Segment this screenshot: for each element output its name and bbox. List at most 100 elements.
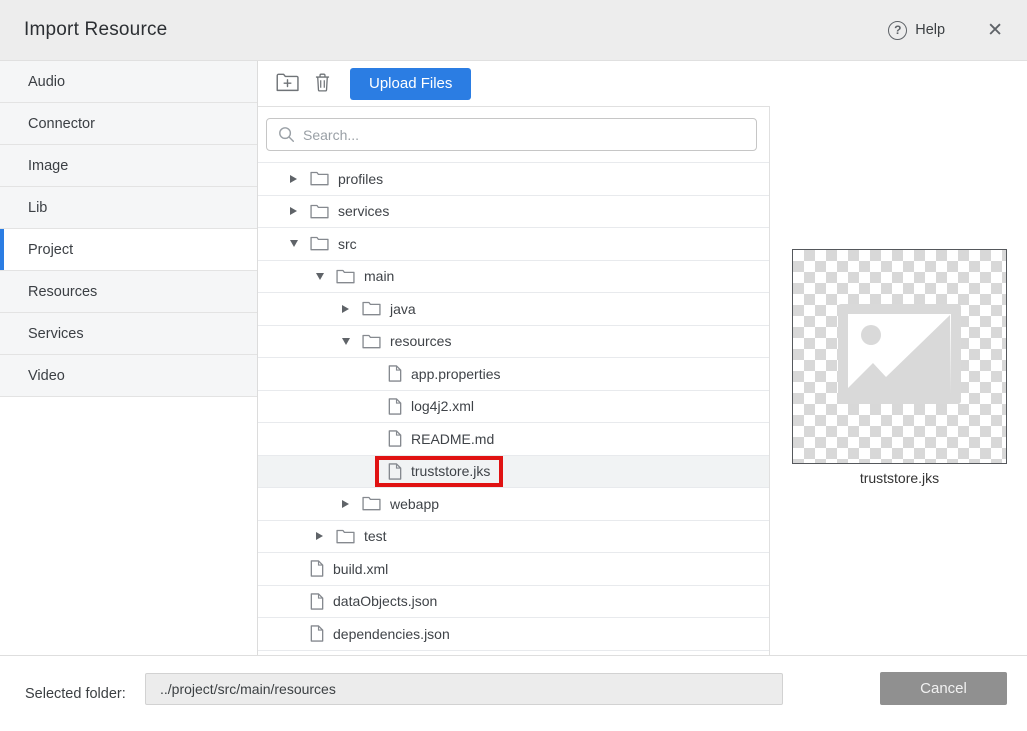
folder-icon [336,269,355,284]
sidebar-item-lib[interactable]: Lib [0,187,257,229]
help-button[interactable]: ? Help [888,21,945,40]
collapse-arrow-icon[interactable] [342,338,362,345]
preview-filename: truststore.jks [792,470,1007,486]
search-section [258,107,769,163]
file-icon [388,430,402,447]
header-actions: ? Help ✕ [888,21,1003,40]
dialog-title: Import Resource [24,19,167,41]
broken-image-placeholder-icon [838,304,961,409]
expand-arrow-icon[interactable] [342,305,362,313]
folder-icon [336,529,355,544]
collapse-arrow-icon[interactable] [316,273,336,280]
file-icon [388,398,402,415]
folder-icon [362,496,381,511]
sidebar-item-image[interactable]: Image [0,145,257,187]
search-input[interactable] [266,118,757,151]
sidebar-item-resources[interactable]: Resources [0,271,257,313]
file-icon [388,365,402,382]
file-tree: profiles services srcmain java resources app.… [258,163,769,655]
tree-row-resources[interactable]: resources [258,326,769,359]
tree-row-label: app.properties [411,366,501,382]
dialog-header: Import Resource ? Help ✕ [0,0,1027,61]
collapse-arrow-icon[interactable] [290,240,310,247]
close-icon[interactable]: ✕ [987,21,1003,40]
folder-icon [310,171,329,186]
content-row: profiles services srcmain java resources app.… [258,106,1027,655]
dialog-footer: Selected folder: Cancel [0,655,1027,731]
sidebar-item-label: Resources [28,284,97,300]
category-sidebar: Audio Connector Image Lib Project Resources Se… [0,61,258,655]
tree-row-build-xml[interactable]: build.xml [258,553,769,586]
sidebar-item-connector[interactable]: Connector [0,103,257,145]
tree-row-label: log4j2.xml [411,398,474,414]
sidebar-item-project[interactable]: Project [0,229,257,271]
tree-row-label: webapp [390,496,439,512]
tree-row-label: README.md [411,431,494,447]
import-resource-dialog: Import Resource ? Help ✕ Audio Connector I… [0,0,1027,731]
tree-row-truststore-jks[interactable]: truststore.jks [258,456,769,489]
tree-row-label: truststore.jks [411,463,490,479]
sidebar-item-label: Video [28,368,65,384]
file-icon [310,593,324,610]
tree-row-log4j2-xml[interactable]: log4j2.xml [258,391,769,424]
file-icon [310,560,324,577]
new-folder-button[interactable] [274,71,301,97]
sidebar-item-label: Connector [28,116,95,132]
tree-row-readme-md[interactable]: README.md [258,423,769,456]
expand-arrow-icon[interactable] [316,532,336,540]
file-tree-panel: profiles services srcmain java resources app.… [258,106,770,655]
tree-row-label: services [338,203,389,219]
folder-icon [362,334,381,349]
selected-folder-input[interactable] [145,673,783,705]
sidebar-item-video[interactable]: Video [0,355,257,397]
selected-folder-label: Selected folder: [25,686,126,702]
tree-row-label: java [390,301,416,317]
tree-row-label: resources [390,333,451,349]
delete-button[interactable] [313,71,332,97]
tree-row-label: src [338,236,357,252]
expand-arrow-icon[interactable] [290,175,310,183]
tree-row-services[interactable]: services [258,196,769,229]
folder-plus-icon [276,73,299,95]
folder-icon [362,301,381,316]
sidebar-item-label: Image [28,158,68,174]
help-label: Help [915,22,945,38]
sidebar-item-label: Project [28,242,73,258]
file-icon [310,625,324,642]
question-circle-icon: ? [888,21,907,40]
folder-icon [310,204,329,219]
tree-row-src[interactable]: src [258,228,769,261]
preview-panel: truststore.jks [770,106,1027,655]
tree-row-java[interactable]: java [258,293,769,326]
toolbar: Upload Files [258,61,1027,106]
tree-row-label: dependencies.json [333,626,450,642]
folder-icon [310,236,329,251]
cancel-button[interactable]: Cancel [880,672,1007,705]
sidebar-item-label: Services [28,326,84,342]
dialog-body: Audio Connector Image Lib Project Resources Se… [0,61,1027,655]
tree-row-profiles[interactable]: profiles [258,163,769,196]
sidebar-item-services[interactable]: Services [0,313,257,355]
image-preview [792,249,1007,464]
tree-row-label: test [364,528,387,544]
tree-row-label: profiles [338,171,383,187]
tree-row-label: build.xml [333,561,388,577]
tree-row-app-properties[interactable]: app.properties [258,358,769,391]
main-area: Upload Files [258,61,1027,655]
trash-icon [315,73,330,95]
tree-row-webapp[interactable]: webapp [258,488,769,521]
expand-arrow-icon[interactable] [342,500,362,508]
sidebar-item-label: Lib [28,200,47,216]
expand-arrow-icon[interactable] [290,207,310,215]
upload-files-button[interactable]: Upload Files [350,68,471,100]
tree-row-label: dataObjects.json [333,593,437,609]
annotation-highlight-box: truststore.jks [375,456,503,487]
tree-row-test[interactable]: test [258,521,769,554]
tree-row-dataobjects-json[interactable]: dataObjects.json [258,586,769,619]
tree-row-main[interactable]: main [258,261,769,294]
tree-row-dependencies-json[interactable]: dependencies.json [258,618,769,651]
sidebar-item-label: Audio [28,74,65,90]
sidebar-item-audio[interactable]: Audio [0,61,257,103]
tree-row-label: main [364,268,394,284]
file-icon [388,463,402,480]
